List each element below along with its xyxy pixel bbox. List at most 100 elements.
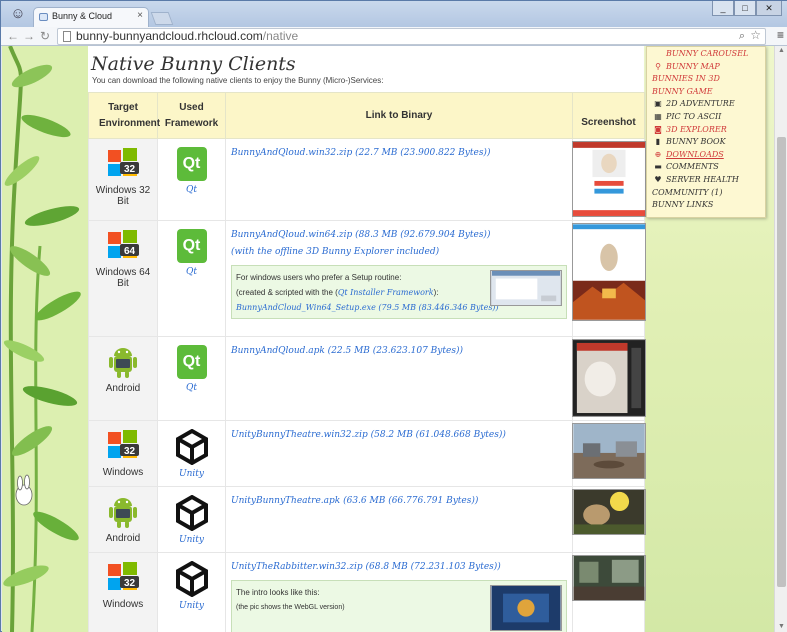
android-icon [109, 348, 137, 378]
maximize-button[interactable]: □ [734, 1, 756, 16]
tab-title: Bunny & Cloud [52, 11, 113, 21]
intro-info-box: The intro looks like this: (the pic show… [231, 580, 567, 632]
col-header-screenshot: Screenshot [572, 92, 645, 139]
table-row: Android Qt Qt BunnyAndQloud.apk (22.5 MB… [88, 336, 646, 421]
forward-icon[interactable]: → [21, 28, 37, 44]
framework-link[interactable]: Qt [158, 267, 225, 277]
framework-cell: Qt Qt [157, 138, 226, 221]
screenshot-thumbnail[interactable] [572, 223, 646, 321]
scroll-thumb[interactable] [777, 137, 786, 587]
unity-logo-icon [175, 561, 208, 597]
menu-item-downloads[interactable]: ⊕ DOWNLOADS [652, 149, 765, 162]
download-link[interactable]: UnityTheRabbitter.win32.zip (68.8 MB (72… [231, 562, 501, 572]
menu-item-label: BUNNY GAME [652, 86, 713, 96]
svg-text:32: 32 [124, 446, 136, 457]
framework-link[interactable]: Qt [158, 185, 225, 195]
framework-link[interactable]: Unity [158, 601, 225, 611]
book-icon: ▮ [655, 137, 661, 147]
credit-prefix: (created & scripted with the ( [236, 288, 338, 297]
env-cell: Android [88, 336, 158, 421]
menu-icon[interactable]: ≡ [777, 28, 784, 42]
link-cell: BunnyAndQloud.apk (22.5 MB (23.623.107 B… [225, 336, 573, 421]
table-row: 32 Windows 32 Bit Qt Qt BunnyAndQloud.wi… [88, 138, 646, 221]
url-path: /native [262, 29, 299, 43]
env-label: Windows 64 Bit [95, 267, 151, 289]
android-icon [109, 498, 137, 528]
map-pin-icon: ⚲ [655, 61, 661, 71]
bookmark-star-icon[interactable]: ☆ [750, 28, 761, 43]
table-row: 32 Windows Unity UnityBunnyTheatre.win32… [88, 420, 646, 487]
menu-item-bunnies-in-3d[interactable]: BUNNIES IN 3D [652, 73, 765, 86]
framework-cell: Unity [157, 420, 226, 487]
menu-item-2d-adventure[interactable]: ▣ 2D ADVENTURE [652, 98, 765, 111]
close-window-button[interactable]: ✕ [756, 1, 782, 16]
menu-item-bunny-links[interactable]: BUNNY LINKS [652, 199, 765, 212]
table-row: 64 Windows 64 Bit Qt Qt BunnyAndQloud.wi… [88, 220, 646, 337]
menu-item-bunny-game[interactable]: BUNNY GAME [652, 86, 765, 99]
scroll-down-icon[interactable]: ▼ [778, 623, 785, 630]
screenshot-thumbnail[interactable] [572, 339, 646, 417]
windows-32-icon: 32 [108, 148, 139, 176]
qt-installer-link[interactable]: Qt Installer Framework [338, 288, 434, 297]
download-link[interactable]: BunnyAndQloud.apk (22.5 MB (23.623.107 B… [231, 346, 463, 356]
leaf-background [2, 46, 88, 632]
installer-screenshot-thumbnail[interactable] [490, 270, 562, 306]
zoom-icon[interactable]: ⌕ [739, 29, 745, 44]
col-header-link: Link to Binary [225, 92, 573, 139]
env-cell: Android [88, 486, 158, 553]
side-menu: BUNNY CAROUSEL ⚲ BUNNY MAP BUNNIES IN 3D … [646, 46, 766, 218]
incognito-icon: ☺ [10, 5, 26, 22]
download-icon: ⊕ [654, 149, 662, 159]
menu-item-bunny-book[interactable]: ▮ BUNNY BOOK [652, 136, 765, 149]
new-tab-button[interactable] [150, 12, 174, 25]
svg-text:32: 32 [124, 164, 136, 175]
unity-logo-icon [175, 429, 208, 465]
menu-item-3d-explorer[interactable]: ◙ 3D EXPLORER [652, 124, 765, 137]
screenshot-thumbnail[interactable] [572, 489, 646, 535]
vertical-scrollbar[interactable]: ▲ ▼ [774, 46, 787, 632]
framework-link[interactable]: Unity [158, 535, 225, 545]
framework-link[interactable]: Qt [158, 383, 225, 393]
menu-item-bunny-map[interactable]: ⚲ BUNNY MAP [652, 61, 765, 74]
screenshot-thumbnail[interactable] [572, 423, 646, 479]
image-icon: ▣ [654, 99, 662, 109]
screenshot-thumbnail[interactable] [572, 141, 646, 217]
env-label: Android [105, 383, 141, 394]
menu-item-label: PIC TO ASCII [666, 111, 722, 121]
screenshot-cell [572, 486, 646, 553]
download-link[interactable]: BunnyAndQloud.win64.zip (88.3 MB (92.679… [231, 230, 490, 240]
back-icon[interactable]: ← [5, 28, 21, 44]
tab-close-icon[interactable]: × [137, 10, 143, 21]
download-link[interactable]: BunnyAndQloud.win32.zip (22.7 MB (23.900… [231, 148, 490, 158]
framework-cell: Qt Qt [157, 220, 226, 337]
table-header-row: Target Environment Used Framework Link t… [88, 92, 645, 139]
intro-screenshot-thumbnail[interactable] [490, 585, 562, 631]
page-title: Native Bunny Clients [91, 53, 296, 75]
menu-item-community[interactable]: COMMUNITY (1) [652, 187, 765, 200]
download-link[interactable]: UnityBunnyTheatre.win32.zip (58.2 MB (61… [231, 430, 506, 440]
table-row: 32 Windows Unity UnityTheRabbitter.win32… [88, 552, 646, 632]
download-link[interactable]: UnityBunnyTheatre.apk (63.6 MB (66.776.7… [231, 496, 478, 506]
page-viewport: Native Bunny Clients You can download th… [2, 46, 774, 632]
menu-item-server-health[interactable]: ♥ SERVER HEALTH [652, 174, 765, 187]
env-label: Windows [102, 599, 144, 610]
reload-icon[interactable]: ↻ [37, 28, 53, 44]
framework-link[interactable]: Unity [158, 469, 225, 479]
favicon-icon [39, 13, 48, 21]
svg-text:64: 64 [124, 246, 136, 257]
screenshot-thumbnail[interactable] [572, 555, 646, 601]
windows-32-icon: 32 [108, 430, 139, 458]
menu-item-bunny-carousel[interactable]: BUNNY CAROUSEL [652, 48, 765, 61]
menu-item-label: 3D EXPLORER [666, 124, 727, 134]
env-label: Windows 32 Bit [95, 185, 151, 207]
address-bar[interactable]: bunny-bunnyandcloud.rhcloud.com/native ⌕… [57, 28, 766, 45]
minimize-button[interactable]: _ [712, 1, 734, 16]
env-cell: 32 Windows 32 Bit [88, 138, 158, 221]
scroll-up-icon[interactable]: ▲ [778, 47, 785, 54]
menu-item-pic-to-ascii[interactable]: ▦ PIC TO ASCII [652, 111, 765, 124]
tab-bunny-cloud[interactable]: Bunny & Cloud × [33, 7, 149, 27]
page-icon [63, 31, 71, 42]
menu-item-comments[interactable]: ▬ COMMENTS [652, 161, 765, 174]
env-label: Windows [102, 467, 144, 478]
menu-item-label: 2D ADVENTURE [666, 99, 735, 109]
